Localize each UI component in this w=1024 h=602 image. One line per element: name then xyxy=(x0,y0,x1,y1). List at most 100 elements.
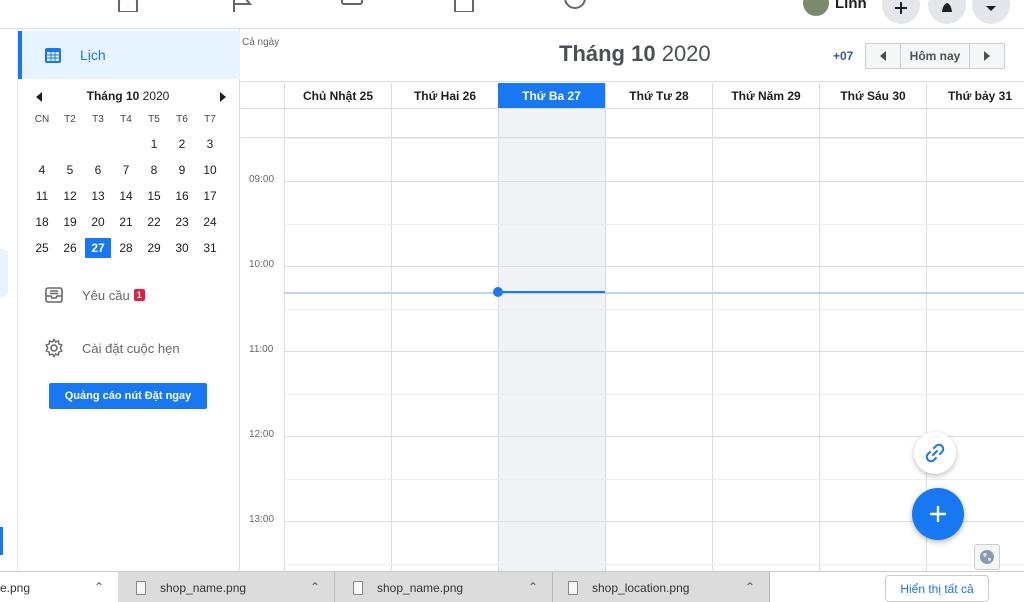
mini-calendar-day[interactable]: 7 xyxy=(112,157,140,183)
day-header[interactable]: Thứ Ba 27 xyxy=(498,83,605,108)
week-calendar: Tháng 10 2020 +07 Hôm nay Chủ Nhật 25 Thứ… xyxy=(241,29,1024,571)
sidebar-item-label: Cài đặt cuộc hẹn xyxy=(82,340,180,356)
mini-calendar-day[interactable]: 6 xyxy=(84,157,112,183)
half-hour-gridline xyxy=(284,138,1024,139)
account-menu-button[interactable] xyxy=(972,0,1010,24)
day-column[interactable] xyxy=(712,108,819,571)
day-header[interactable]: Thứ Sáu 30 xyxy=(819,83,926,108)
create-button[interactable] xyxy=(882,0,920,24)
profile-link[interactable]: Linh xyxy=(803,0,867,16)
add-appointment-button[interactable] xyxy=(912,488,964,540)
mini-calendar-day[interactable]: 21 xyxy=(112,209,140,235)
day-column[interactable] xyxy=(819,108,926,571)
notifications-button[interactable] xyxy=(928,0,966,24)
current-time-line-today xyxy=(498,291,605,293)
show-all-downloads-button[interactable]: Hiển thị tất cả xyxy=(885,575,989,602)
chevron-right-icon xyxy=(984,51,990,61)
mini-calendar-day[interactable]: 30 xyxy=(168,235,196,261)
half-hour-gridline xyxy=(284,309,1024,310)
mini-calendar-day[interactable]: 15 xyxy=(140,183,168,209)
chevron-up-icon[interactable]: ⌃ xyxy=(94,580,104,594)
rail-highlight xyxy=(0,249,8,297)
chevron-up-icon[interactable]: ⌃ xyxy=(528,580,538,594)
mini-calendar-day[interactable]: 3 xyxy=(196,131,224,157)
all-day-label: Cả ngày xyxy=(242,37,280,48)
mini-calendar-day[interactable]: 12 xyxy=(56,183,84,209)
day-header[interactable]: Thứ Tư 28 xyxy=(605,83,712,108)
mini-calendar-day[interactable]: 28 xyxy=(112,235,140,261)
file-icon xyxy=(136,580,146,595)
home-icon[interactable] xyxy=(116,0,140,13)
day-header[interactable]: Thứ Hai 26 xyxy=(391,83,498,108)
prev-month-icon[interactable] xyxy=(36,92,42,102)
mini-calendar-day[interactable]: 13 xyxy=(84,183,112,209)
watch-icon[interactable] xyxy=(340,0,364,12)
download-item[interactable]: shop_location.png ⌃ xyxy=(553,572,770,602)
mini-calendar-day[interactable]: 8 xyxy=(140,157,168,183)
chevron-up-icon[interactable]: ⌃ xyxy=(745,580,755,594)
mini-calendar-day[interactable]: 2 xyxy=(168,131,196,157)
mini-calendar-day[interactable]: 1 xyxy=(140,131,168,157)
day-column[interactable] xyxy=(605,108,712,571)
mini-month-label: Tháng 10 xyxy=(86,89,140,103)
mini-calendar-day[interactable]: 25 xyxy=(28,235,56,261)
mini-calendar: Tháng 10 2020 CN T2 T3 T4 T5 T6 T7 1 2 3 4 5 6 7 8 9 10… xyxy=(28,89,228,261)
half-hour-gridline xyxy=(284,479,1024,480)
mini-calendar-day[interactable]: 10 xyxy=(196,157,224,183)
day-header[interactable]: Chủ Nhật 25 xyxy=(284,83,391,108)
globe-icon xyxy=(980,550,994,564)
globe-button[interactable] xyxy=(974,544,1000,570)
mini-calendar-day[interactable]: 14 xyxy=(112,183,140,209)
next-month-icon[interactable] xyxy=(220,92,226,102)
promote-book-now-button[interactable]: Quảng cáo nút Đặt ngay xyxy=(49,383,207,409)
copy-link-button[interactable] xyxy=(914,432,956,474)
sidebar-item-requests[interactable]: Yêu cầu 1 xyxy=(44,285,145,305)
mini-calendar-day[interactable]: 4 xyxy=(28,157,56,183)
mini-calendar-day[interactable]: 26 xyxy=(56,235,84,261)
mini-calendar-day[interactable]: 16 xyxy=(168,183,196,209)
mini-calendar-day[interactable]: 31 xyxy=(196,235,224,261)
mini-calendar-day[interactable]: 24 xyxy=(196,209,224,235)
sidebar-item-calendar[interactable]: Lịch xyxy=(18,31,240,79)
mini-calendar-day[interactable]: 11 xyxy=(28,183,56,209)
timezone-label[interactable]: +07 xyxy=(833,49,853,63)
day-column[interactable] xyxy=(391,108,498,571)
rail-active-indicator xyxy=(0,527,3,555)
mini-calendar-day[interactable]: 19 xyxy=(56,209,84,235)
flag-icon[interactable] xyxy=(230,0,254,12)
day-header[interactable]: Thứ Năm 29 xyxy=(712,83,819,108)
mini-calendar-day[interactable]: 29 xyxy=(140,235,168,261)
day-header[interactable]: Thứ bảy 31 xyxy=(926,83,1024,108)
mini-calendar-day[interactable]: 17 xyxy=(196,183,224,209)
marketplace-icon[interactable] xyxy=(452,0,476,13)
mini-calendar-day[interactable]: 22 xyxy=(140,209,168,235)
hour-label: 09:00 xyxy=(249,174,275,185)
groups-icon[interactable] xyxy=(563,0,587,12)
plus-icon xyxy=(895,2,907,14)
weekday-header: T6 xyxy=(176,114,188,125)
plus-icon xyxy=(929,505,947,523)
chevron-up-icon[interactable]: ⌃ xyxy=(310,580,320,594)
next-week-button[interactable] xyxy=(970,44,1004,68)
today-button[interactable]: Hôm nay xyxy=(900,44,970,68)
half-hour-gridline xyxy=(284,224,1024,225)
sidebar-item-appointment-settings[interactable]: Cài đặt cuộc hẹn xyxy=(44,338,180,358)
download-item[interactable]: shop_name.png ⌃ xyxy=(118,572,335,602)
mini-calendar-empty xyxy=(28,131,56,157)
prev-week-button[interactable] xyxy=(866,44,900,68)
weekday-header: T4 xyxy=(120,114,132,125)
download-item[interactable]: e.png ⌃ xyxy=(0,572,118,602)
day-column[interactable] xyxy=(498,108,605,571)
chevron-down-icon xyxy=(986,6,996,11)
mini-calendar-day[interactable]: 5 xyxy=(56,157,84,183)
mini-calendar-day[interactable]: 23 xyxy=(168,209,196,235)
month-label: Tháng 10 xyxy=(559,41,656,66)
mini-calendar-day[interactable]: 9 xyxy=(168,157,196,183)
all-day-row[interactable] xyxy=(241,108,1024,138)
mini-calendar-day[interactable]: 27 xyxy=(85,238,111,258)
half-hour-gridline xyxy=(284,564,1024,565)
mini-calendar-day[interactable]: 20 xyxy=(84,209,112,235)
download-item[interactable]: shop_name.png ⌃ xyxy=(335,572,553,602)
mini-calendar-day[interactable]: 18 xyxy=(28,209,56,235)
day-column[interactable] xyxy=(284,108,391,571)
